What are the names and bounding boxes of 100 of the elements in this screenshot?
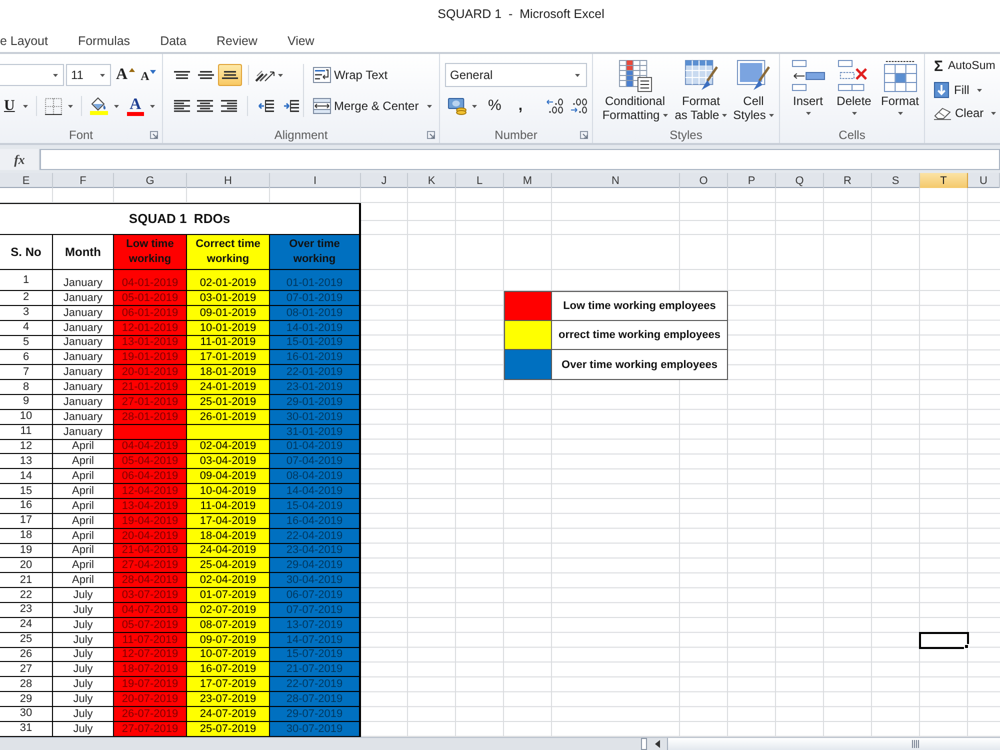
table-cell: 2 xyxy=(0,291,53,306)
table-cell: 28-04-2019 xyxy=(114,573,187,588)
conditional-formatting-button[interactable]: Conditional Formatting xyxy=(598,60,672,126)
table-cell: 21-04-2019 xyxy=(114,544,187,558)
table-cell: April xyxy=(53,440,114,454)
table-cell: 07-01-2019 xyxy=(270,291,361,306)
fill-button[interactable]: Fill xyxy=(934,80,1000,100)
caret-icon xyxy=(22,104,28,108)
table-cell: July xyxy=(53,588,114,604)
ribbon-tab[interactable]: Review xyxy=(216,30,258,52)
cell-brush-icon xyxy=(737,60,770,92)
table-cell: 10 xyxy=(0,410,53,425)
slanted-text-icon xyxy=(255,68,275,82)
table-cell: 16-07-2019 xyxy=(187,662,270,678)
table-cell: April xyxy=(53,573,114,588)
ribbon-tab[interactable]: Data xyxy=(160,30,186,52)
table-cell: 06-04-2019 xyxy=(114,469,187,484)
table-cell: 23 xyxy=(0,603,53,618)
banknote-coins-icon xyxy=(448,97,467,115)
group-label: Styles xyxy=(670,126,702,144)
table-cell: April xyxy=(53,484,114,500)
table-cell: 04-04-2019 xyxy=(114,440,187,454)
align-center-icon xyxy=(197,100,214,112)
table-cell: 22-07-2019 xyxy=(270,677,361,692)
table-cell: 14-01-2019 xyxy=(270,320,361,336)
clear-button[interactable]: Clear xyxy=(934,103,1000,123)
format-button[interactable]: Format xyxy=(878,60,922,126)
table-cell: 11 xyxy=(0,424,53,440)
table-cell: July xyxy=(53,692,114,708)
font-color-button[interactable]: A xyxy=(126,95,155,117)
borders-button[interactable] xyxy=(44,95,73,117)
table-cell: 01-04-2019 xyxy=(270,440,361,454)
table-cell: 14-07-2019 xyxy=(270,632,361,648)
comma-style-button[interactable]: , xyxy=(516,95,525,117)
dialog-launcher-icon[interactable] xyxy=(150,130,158,138)
table-cell: 01-01-2019 xyxy=(270,270,361,291)
table-cell: 12-01-2019 xyxy=(114,320,187,336)
number-format-field[interactable]: General xyxy=(445,63,587,87)
table-cell: January xyxy=(53,336,114,350)
grow-font-button[interactable]: A xyxy=(116,64,135,86)
left-arrow-icon xyxy=(654,740,660,748)
table-cell: 16 xyxy=(0,499,53,514)
table-header-cell: Low time working xyxy=(114,235,187,270)
table-cell: 18 xyxy=(0,528,53,544)
dialog-launcher-icon[interactable] xyxy=(427,130,435,138)
split-handle[interactable] xyxy=(641,738,647,750)
table-cell: July xyxy=(53,618,114,633)
table-cell: 28-01-2019 xyxy=(114,410,187,425)
font-name-field[interactable] xyxy=(0,64,64,86)
table-cell: January xyxy=(53,350,114,366)
table-cell: January xyxy=(53,320,114,336)
merge-center-button[interactable]: Merge & Center xyxy=(313,95,432,117)
table-cell: 05-07-2019 xyxy=(114,618,187,633)
underline-button[interactable]: U xyxy=(4,95,28,117)
dialog-launcher-icon[interactable] xyxy=(580,130,588,138)
wrap-text-button[interactable]: Wrap Text xyxy=(313,64,432,86)
table-cell: 13-01-2019 xyxy=(114,336,187,350)
table-header-cell: S. No xyxy=(0,235,53,270)
ribbon-tab[interactable]: e Layout xyxy=(0,30,48,52)
format-as-table-button[interactable]: Format as Table xyxy=(672,60,730,126)
font-size-field[interactable]: 11 xyxy=(66,64,111,86)
table-cell: 10-07-2019 xyxy=(187,648,270,662)
formula-input-field[interactable] xyxy=(40,149,1000,170)
table-cell: 9 xyxy=(0,395,53,410)
delete-button[interactable]: Delete xyxy=(832,60,876,126)
table-cell: 21 xyxy=(0,573,53,588)
table-cell: July xyxy=(53,707,114,722)
insert-button[interactable]: Insert xyxy=(786,60,830,126)
vertical-align-button[interactable] xyxy=(218,64,242,86)
table-cell: 24 xyxy=(0,618,53,633)
ribbon-tab[interactable]: View xyxy=(287,30,314,52)
caret-icon xyxy=(662,114,668,116)
table-cell: 29-04-2019 xyxy=(270,558,361,574)
percent-button[interactable]: % xyxy=(488,95,502,117)
table-cell: 13-04-2019 xyxy=(114,499,187,514)
shrink-font-button[interactable]: A xyxy=(140,64,156,86)
table-cell: 02-04-2019 xyxy=(187,440,270,454)
autosum-button[interactable]: Σ AutoSum xyxy=(934,57,1000,77)
table-cell: 30-04-2019 xyxy=(270,573,361,588)
table-cell: 11-04-2019 xyxy=(187,499,270,514)
legend-label: orrect time working employees xyxy=(552,320,728,350)
table-cell: 14-04-2019 xyxy=(270,484,361,500)
table-cell: 23-01-2019 xyxy=(270,380,361,396)
fill-color-button[interactable] xyxy=(90,95,119,117)
table-cell: 14 xyxy=(0,469,53,484)
table-cell: July xyxy=(53,603,114,618)
ribbon-tab[interactable]: Formulas xyxy=(78,30,130,52)
table-cell: April xyxy=(53,528,114,544)
accounting-format-button[interactable] xyxy=(448,95,477,117)
caret-icon xyxy=(852,112,856,115)
insert-function-button[interactable]: fx xyxy=(0,149,40,170)
cell-styles-button[interactable]: Cell Styles xyxy=(730,60,777,126)
table-cell: 11-07-2019 xyxy=(114,632,187,648)
table-cell: 02-01-2019 xyxy=(187,270,270,291)
table-cell: 17-07-2019 xyxy=(187,677,270,692)
table-cell: 17-01-2019 xyxy=(187,350,270,366)
caret-icon xyxy=(472,104,477,108)
table-cell: 6 xyxy=(0,350,53,366)
table-cell: 18-07-2019 xyxy=(114,662,187,678)
scrollbar-thumb[interactable] xyxy=(667,738,1000,750)
